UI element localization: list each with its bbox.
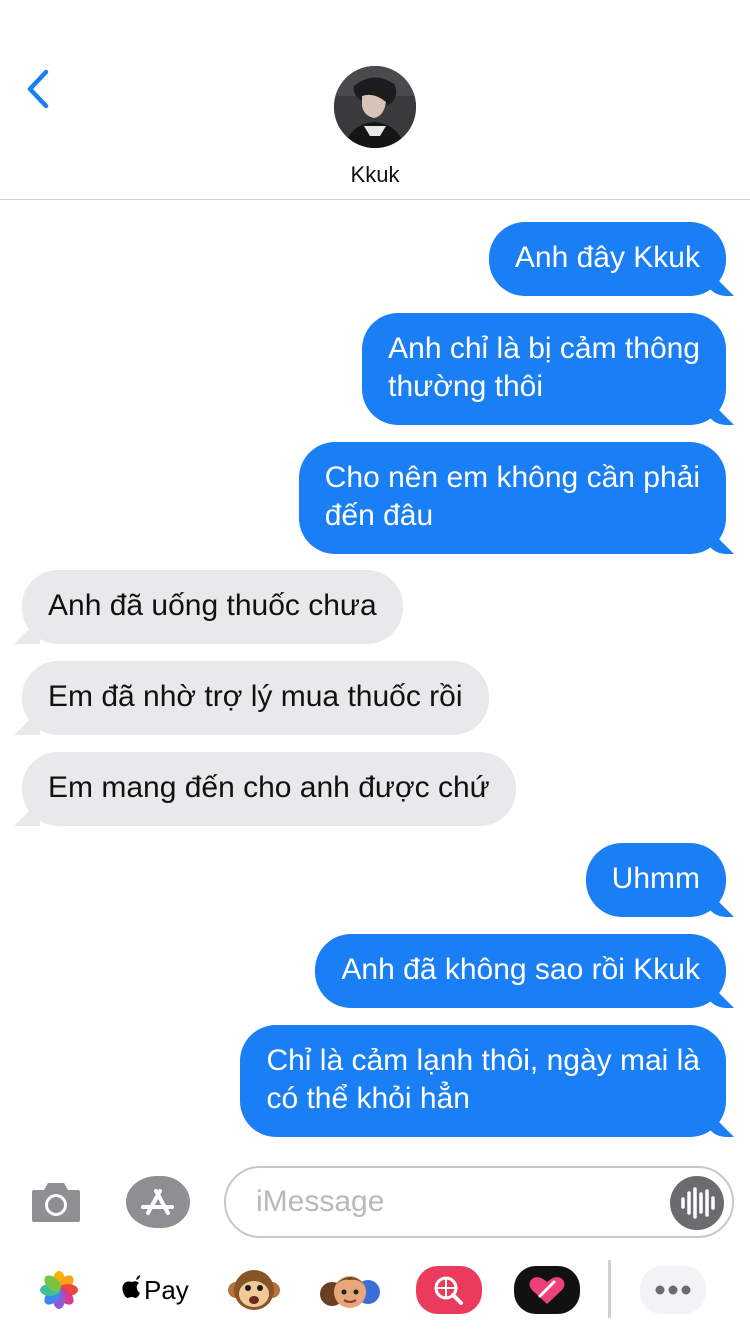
audio-message-button[interactable]: [670, 1176, 724, 1230]
message-input[interactable]: [256, 1182, 656, 1222]
outgoing-message-bubble[interactable]: Anh chỉ là bị cảm thông thường thôi: [362, 313, 726, 425]
apple-pay-icon: [122, 1275, 142, 1305]
more-apps-button[interactable]: [640, 1262, 706, 1318]
incoming-message-bubble[interactable]: Anh đã uống thuốc chưa: [22, 570, 403, 644]
message-text: Cho nên em không cần phải đến đâu: [324, 461, 700, 532]
apple-pay-button[interactable]: Pay: [122, 1262, 192, 1318]
outgoing-message-bubble[interactable]: Cho nên em không cần phải đến đâu: [298, 442, 726, 554]
message-text: Anh đây Kkuk: [514, 241, 700, 274]
image-search-button[interactable]: [416, 1262, 482, 1318]
outgoing-message-bubble[interactable]: Chỉ là cảm lạnh thôi, ngày mai là có thể…: [240, 1025, 726, 1137]
chevron-left-icon: [27, 69, 49, 109]
app-store-icon: [126, 1176, 190, 1228]
message-text: Uhmm: [611, 862, 700, 895]
animoji-icon: [228, 1270, 280, 1310]
message-text: Anh chỉ là bị cảm thông thường thôi: [388, 332, 700, 403]
incoming-message-bubble[interactable]: Em mang đến cho anh được chứ: [22, 752, 516, 826]
imessage-app-tray: Pay: [0, 1252, 750, 1334]
message-input-field[interactable]: [224, 1166, 734, 1238]
composer-bar: [0, 1160, 750, 1244]
incoming-message-bubble[interactable]: Em đã nhờ trợ lý mua thuốc rồi: [22, 661, 489, 735]
app-store-button[interactable]: [126, 1175, 190, 1229]
memoji-icon: [320, 1276, 380, 1308]
animoji-button[interactable]: [226, 1262, 282, 1318]
image-search-icon: [416, 1266, 482, 1314]
more-icon: [640, 1266, 706, 1314]
photos-app-icon: [40, 1271, 78, 1309]
photos-app-button[interactable]: [38, 1262, 80, 1318]
apple-pay-label: Pay: [144, 1274, 189, 1305]
outgoing-message-bubble[interactable]: Uhmm: [585, 843, 726, 917]
outgoing-message-bubble[interactable]: Anh đã không sao rồi Kkuk: [315, 934, 726, 1008]
digital-touch-icon: [514, 1266, 580, 1314]
waveform-icon: [681, 1187, 715, 1219]
memoji-button[interactable]: [318, 1262, 384, 1318]
message-text: Anh đã uống thuốc chưa: [48, 589, 377, 622]
conversation-header: Kkuk: [0, 0, 750, 200]
contact-name[interactable]: Kkuk: [0, 162, 750, 188]
camera-icon: [32, 1183, 80, 1222]
message-text: Em mang đến cho anh được chứ: [48, 771, 490, 804]
tray-divider: [608, 1260, 611, 1318]
back-button[interactable]: [22, 64, 62, 114]
contact-avatar[interactable]: [334, 66, 416, 148]
avatar-photo: [334, 66, 416, 148]
message-text: Em đã nhờ trợ lý mua thuốc rồi: [48, 680, 463, 713]
message-text: Chỉ là cảm lạnh thôi, ngày mai là có thể…: [266, 1044, 700, 1115]
message-text: Anh đã không sao rồi Kkuk: [341, 953, 700, 986]
digital-touch-button[interactable]: [514, 1262, 580, 1318]
camera-button[interactable]: [30, 1178, 82, 1226]
outgoing-message-bubble[interactable]: Anh đây Kkuk: [488, 222, 726, 296]
